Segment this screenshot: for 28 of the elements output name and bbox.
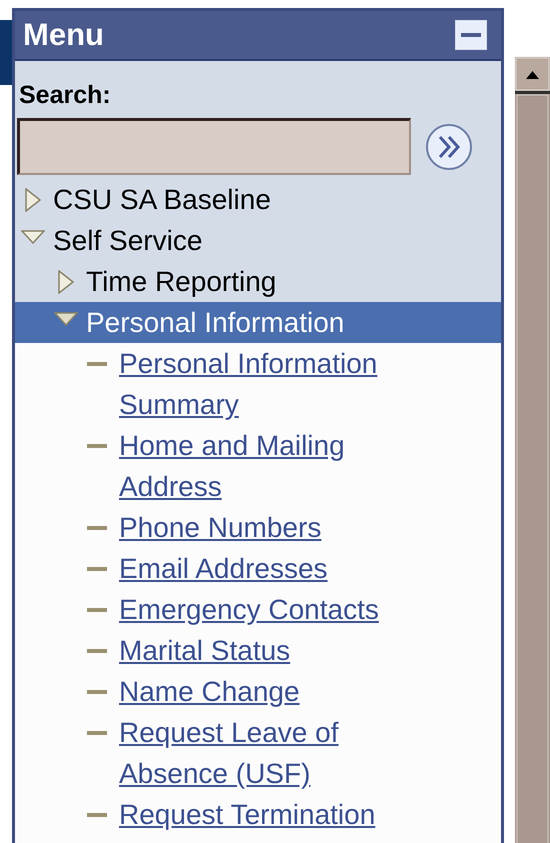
menu-link[interactable]: Request Leave of Absence (USF) [119,712,449,794]
menu-title: Menu [23,17,104,53]
collapse-icon[interactable] [455,20,487,50]
menu-link[interactable]: Name Change [119,671,300,712]
search-field[interactable] [17,118,411,175]
dash-icon [87,690,107,694]
menu-link[interactable]: Marital Status [119,630,290,671]
dash-icon [87,362,107,366]
dash-icon [87,731,107,735]
search-label: Search: [15,61,501,118]
folder-label: Personal Information [86,306,344,340]
expanded-triangle-icon[interactable] [54,311,78,327]
dash-icon [87,649,107,653]
menu-link[interactable]: Request Termination [119,794,376,835]
scroll-bar[interactable] [515,57,550,843]
dash-icon [87,608,107,612]
expanded-triangle-icon[interactable] [21,229,45,245]
dash-icon [87,567,107,571]
menu-link[interactable]: Home and Mailing Address [119,425,449,507]
selected-row[interactable]: Personal Information [15,302,501,343]
go-icon[interactable] [425,122,473,170]
menu-link[interactable]: Email Addresses [119,548,328,589]
dash-icon [87,526,107,530]
menu-link[interactable]: Phone Numbers [119,507,322,548]
dash-icon [87,444,107,448]
dash-icon [87,813,107,817]
menu-link[interactable]: Personal Information Summary [119,343,449,425]
menu-link[interactable]: Emergency Contacts [119,589,379,630]
